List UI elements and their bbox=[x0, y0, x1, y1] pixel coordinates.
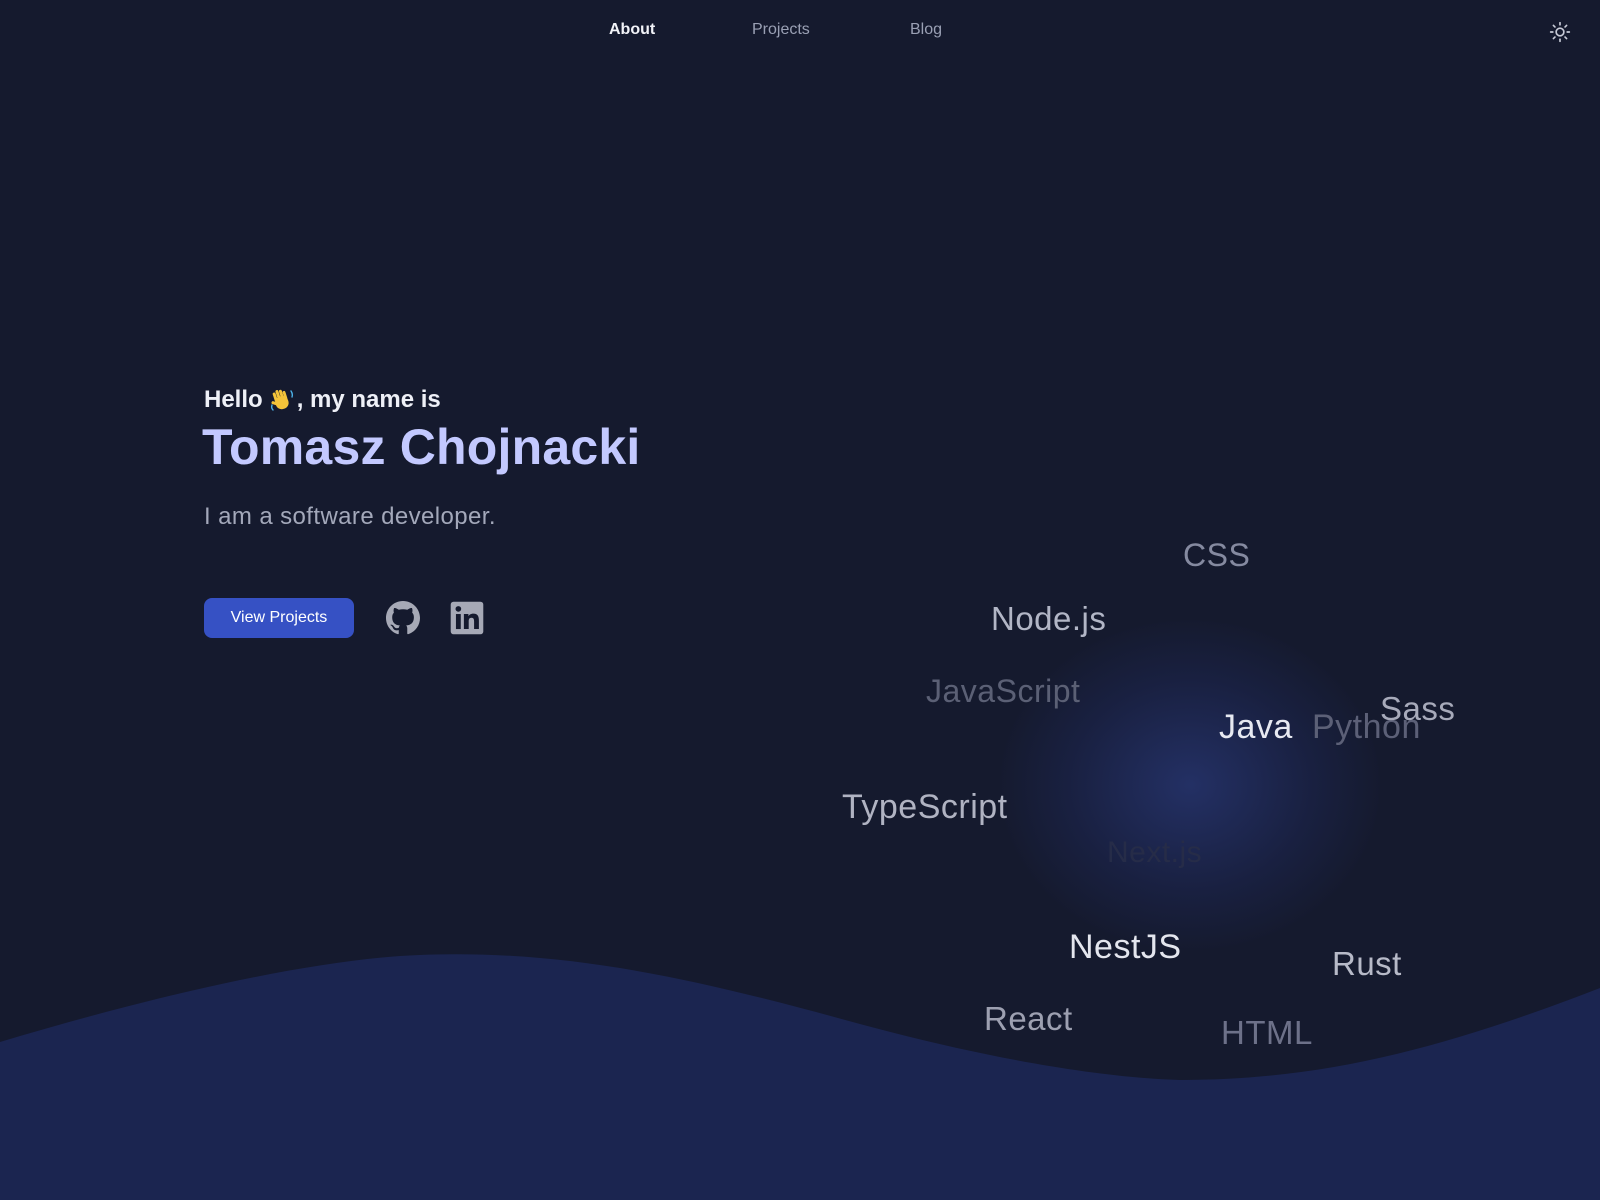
tag-sass[interactable]: Sass bbox=[1380, 690, 1455, 728]
greeting-rest: , my name is bbox=[296, 386, 441, 413]
tag-java[interactable]: Java bbox=[1219, 708, 1293, 747]
hero-name: Tomasz Chojnacki bbox=[202, 419, 641, 475]
nav-link-projects[interactable]: Projects bbox=[752, 21, 810, 39]
linkedin-link[interactable] bbox=[450, 601, 484, 635]
tag-css[interactable]: CSS bbox=[1183, 537, 1250, 574]
view-projects-button[interactable]: View Projects bbox=[204, 598, 354, 638]
tag-javascript[interactable]: JavaScript bbox=[926, 673, 1080, 710]
tag-nodejs[interactable]: Node.js bbox=[991, 600, 1106, 638]
github-link[interactable] bbox=[386, 601, 420, 635]
nav-link-blog[interactable]: Blog bbox=[910, 21, 942, 39]
top-nav: About Projects Blog bbox=[0, 0, 1600, 64]
tag-nextjs[interactable]: Next.js bbox=[1107, 836, 1202, 870]
tag-typescript[interactable]: TypeScript bbox=[842, 788, 1008, 827]
tag-react[interactable]: React bbox=[984, 1000, 1073, 1038]
theme-toggle-button[interactable] bbox=[1546, 18, 1574, 46]
nav-link-about[interactable]: About bbox=[609, 21, 655, 39]
github-icon bbox=[386, 601, 420, 635]
hero-tagline: I am a software developer. bbox=[204, 503, 496, 530]
sun-icon bbox=[1549, 21, 1571, 43]
page: About Projects Blog Hello , my name is T… bbox=[0, 0, 1600, 1200]
background-wave bbox=[0, 954, 1600, 1200]
linkedin-icon bbox=[450, 601, 484, 635]
greeting: Hello , my name is bbox=[204, 386, 441, 414]
greeting-hello: Hello bbox=[204, 386, 263, 413]
waving-hand-icon bbox=[270, 389, 293, 411]
tag-html[interactable]: HTML bbox=[1221, 1014, 1313, 1052]
tag-cloud-glow bbox=[1000, 620, 1380, 950]
